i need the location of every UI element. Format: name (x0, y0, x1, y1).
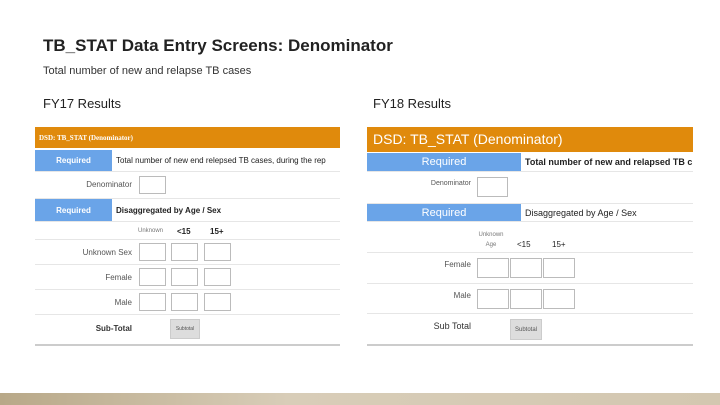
input-cell[interactable] (171, 268, 198, 286)
col-15plus: 15+ (210, 227, 224, 236)
page-title: TB_STAT Data Entry Screens: Denominator (43, 36, 393, 55)
input-cell[interactable] (171, 243, 198, 261)
col-lt15: <15 (177, 227, 191, 236)
input-cell[interactable] (204, 268, 231, 286)
row-label: Male (453, 291, 471, 300)
row-label: Unknown Sex (82, 248, 132, 257)
denominator-label: Denominator (86, 180, 132, 189)
required-badge: Required (367, 153, 521, 171)
input-cell[interactable] (510, 258, 542, 278)
required-badge: Required (35, 150, 112, 171)
input-cell[interactable] (139, 243, 166, 261)
indicator-description: Total number of new and relapsed TB c (525, 157, 693, 167)
required-badge: Required (367, 204, 521, 221)
input-cell[interactable] (543, 289, 575, 309)
subtotal-label: Sub-Total (95, 324, 132, 333)
row-label: Female (105, 273, 132, 282)
input-cell[interactable] (477, 258, 509, 278)
row-label: Female (444, 260, 471, 269)
form-title: DSD: TB_STAT (Denominator) (35, 127, 340, 148)
disaggregation-label: Disaggregated by Age / Sex (116, 205, 222, 215)
subtotal-label: Sub Total (433, 321, 471, 331)
col-15plus: 15+ (552, 240, 566, 249)
fy18-screenshot: DSD: TB_STAT (Denominator) Required Total… (367, 127, 693, 346)
form-title: DSD: TB_STAT (Denominator) (367, 127, 693, 152)
col-lt15: <15 (517, 240, 531, 249)
input-cell[interactable] (171, 293, 198, 311)
denominator-input[interactable] (139, 176, 166, 194)
input-cell[interactable] (477, 289, 509, 309)
subtotal-button[interactable]: Subtotal (170, 319, 200, 339)
required-badge: Required (35, 199, 112, 221)
input-cell[interactable] (139, 268, 166, 286)
fy17-heading: FY17 Results (43, 96, 122, 111)
input-cell[interactable] (204, 243, 231, 261)
col-unknown: Unknown Age (478, 232, 504, 248)
subtotal-button[interactable]: Subtotal (510, 319, 542, 340)
input-cell[interactable] (139, 293, 166, 311)
input-cell[interactable] (510, 289, 542, 309)
disaggregation-label: Disaggregated by Age / Sex (525, 207, 637, 218)
page-subtitle: Total number of new and relapse TB cases (43, 65, 252, 77)
input-cell[interactable] (204, 293, 231, 311)
input-cell[interactable] (543, 258, 575, 278)
indicator-description: Total number of new end relepsed TB case… (116, 156, 326, 165)
denominator-label: Denominator (430, 180, 471, 187)
row-label: Male (114, 298, 132, 307)
footer-bar (0, 393, 720, 405)
fy18-heading: FY18 Results (373, 96, 452, 111)
col-unknown: Unknown (138, 228, 164, 234)
denominator-input[interactable] (477, 177, 508, 197)
fy17-screenshot: DSD: TB_STAT (Denominator) Required Total… (35, 127, 340, 346)
